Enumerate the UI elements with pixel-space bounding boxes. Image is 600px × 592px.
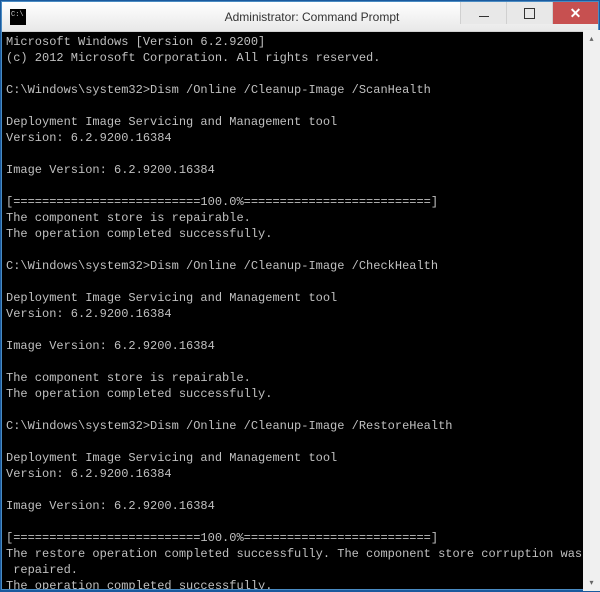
close-button[interactable] bbox=[552, 2, 598, 24]
terminal-line: Deployment Image Servicing and Managemen… bbox=[6, 114, 594, 130]
terminal-line: C:\Windows\system32>Dism /Online /Cleanu… bbox=[6, 82, 594, 98]
terminal-line bbox=[6, 434, 594, 450]
terminal-line: The component store is repairable. bbox=[6, 370, 594, 386]
terminal-line: Version: 6.2.9200.16384 bbox=[6, 466, 594, 482]
terminal-line bbox=[6, 274, 594, 290]
vertical-scrollbar[interactable]: ▴ ▾ bbox=[583, 30, 600, 591]
terminal-line: [==========================100.0%=======… bbox=[6, 194, 594, 210]
terminal-line: C:\Windows\system32>Dism /Online /Cleanu… bbox=[6, 258, 594, 274]
terminal-line bbox=[6, 66, 594, 82]
terminal-line: C:\Windows\system32>Dism /Online /Cleanu… bbox=[6, 418, 594, 434]
cmd-icon bbox=[10, 9, 26, 25]
terminal-line: The component store is repairable. bbox=[6, 210, 594, 226]
terminal-line bbox=[6, 322, 594, 338]
terminal-line: The operation completed successfully. bbox=[6, 578, 594, 589]
minimize-button[interactable] bbox=[460, 2, 506, 24]
terminal-line: Image Version: 6.2.9200.16384 bbox=[6, 338, 594, 354]
terminal-line: (c) 2012 Microsoft Corporation. All righ… bbox=[6, 50, 594, 66]
command-prompt-window: Administrator: Command Prompt Microsoft … bbox=[1, 1, 599, 590]
terminal-line bbox=[6, 98, 594, 114]
terminal-line bbox=[6, 354, 594, 370]
terminal-line: Image Version: 6.2.9200.16384 bbox=[6, 498, 594, 514]
terminal-line: Microsoft Windows [Version 6.2.9200] bbox=[6, 34, 594, 50]
terminal-line bbox=[6, 402, 594, 418]
terminal-line: The operation completed successfully. bbox=[6, 386, 594, 402]
terminal-line bbox=[6, 514, 594, 530]
titlebar[interactable]: Administrator: Command Prompt bbox=[2, 2, 598, 32]
terminal-line: Deployment Image Servicing and Managemen… bbox=[6, 290, 594, 306]
scroll-up-button[interactable]: ▴ bbox=[583, 30, 600, 47]
terminal-line bbox=[6, 178, 594, 194]
terminal-line: The restore operation completed successf… bbox=[6, 546, 594, 562]
terminal-line: repaired. bbox=[6, 562, 594, 578]
terminal-line: Deployment Image Servicing and Managemen… bbox=[6, 450, 594, 466]
scroll-down-button[interactable]: ▾ bbox=[583, 574, 600, 591]
terminal-line bbox=[6, 482, 594, 498]
scroll-track[interactable] bbox=[583, 47, 600, 574]
maximize-button[interactable] bbox=[506, 2, 552, 24]
terminal-line bbox=[6, 146, 594, 162]
terminal-line: Version: 6.2.9200.16384 bbox=[6, 130, 594, 146]
terminal-line bbox=[6, 242, 594, 258]
window-controls bbox=[460, 2, 598, 24]
terminal-line: The operation completed successfully. bbox=[6, 226, 594, 242]
terminal-output[interactable]: Microsoft Windows [Version 6.2.9200](c) … bbox=[2, 32, 598, 589]
terminal-line: Image Version: 6.2.9200.16384 bbox=[6, 162, 594, 178]
terminal-line: Version: 6.2.9200.16384 bbox=[6, 306, 594, 322]
terminal-line: [==========================100.0%=======… bbox=[6, 530, 594, 546]
